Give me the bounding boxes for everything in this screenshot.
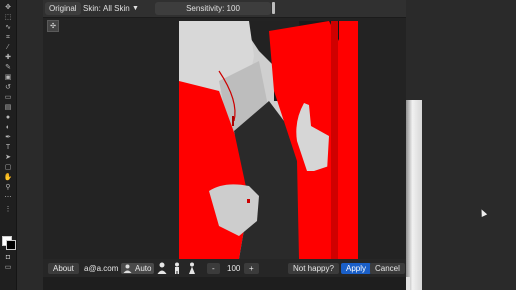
person-dress-icon[interactable]	[187, 262, 197, 274]
background-color-swatch[interactable]	[6, 240, 16, 250]
original-toggle-button[interactable]: Original	[45, 2, 81, 15]
type-tool-icon[interactable]: T	[3, 144, 13, 151]
panel-footer: About a@a.com Auto - 100 + Not happy? Ap…	[43, 259, 406, 277]
brush-tool-icon[interactable]: ✎	[3, 64, 13, 71]
panel-toolbar: Original Skin: All Skin ▼ Sensitivity: 1…	[43, 0, 406, 18]
blur-tool-icon[interactable]: ●	[3, 114, 13, 121]
person-auto-icon	[123, 264, 132, 273]
marquee-tool-icon[interactable]: ⬚	[3, 14, 13, 21]
preview-image-graphic	[179, 21, 358, 259]
pen-tool-icon[interactable]: ✒	[3, 134, 13, 141]
person-full-icon[interactable]	[172, 262, 182, 274]
quick-mask-icon[interactable]: ◘	[3, 254, 13, 261]
triangle-down-icon[interactable]: ▼	[132, 2, 139, 15]
more-tools-icon[interactable]: ⋯	[3, 194, 13, 201]
tools-panel: ✥ ⬚ ∿ ⌗ ⁄ ✚ ✎ ▣ ↺ ▭ ▤ ● ◐ ✒ T ➤ ▢ ✋ ⚲ ⋯ …	[0, 0, 17, 290]
value-field[interactable]: 100	[227, 263, 240, 274]
hand-tool-icon[interactable]: ✋	[3, 174, 13, 181]
auto-label: Auto	[135, 264, 152, 273]
dodge-tool-icon[interactable]: ◐	[3, 124, 13, 131]
shape-tool-icon[interactable]: ▢	[3, 164, 13, 171]
increase-button[interactable]: +	[244, 263, 259, 274]
healing-tool-icon[interactable]: ✚	[3, 54, 13, 61]
skin-selection-panel: Original Skin: All Skin ▼ Sensitivity: 1…	[43, 0, 406, 290]
eyedropper-tool-icon[interactable]: ⁄	[3, 44, 13, 51]
auto-button[interactable]: Auto	[121, 263, 155, 274]
preview-image[interactable]	[179, 21, 358, 259]
cancel-button[interactable]: Cancel	[370, 263, 405, 274]
path-select-icon[interactable]: ➤	[3, 154, 13, 161]
person-icon[interactable]	[157, 262, 167, 274]
history-brush-icon[interactable]: ↺	[3, 84, 13, 91]
panel-bottom-edge	[43, 277, 406, 290]
not-happy-button[interactable]: Not happy?	[288, 263, 339, 274]
sensitivity-slider-handle[interactable]	[272, 2, 275, 14]
account-email: a@a.com	[84, 264, 119, 273]
lasso-tool-icon[interactable]: ∿	[3, 24, 13, 31]
zoom-tool-icon[interactable]: ⚲	[3, 184, 13, 191]
edit-toolbar-icon[interactable]: ⋮	[3, 206, 13, 213]
skin-label: Skin:	[83, 4, 101, 13]
move-tool-icon[interactable]: ✥	[3, 4, 13, 11]
about-button[interactable]: About	[48, 263, 79, 274]
stamp-tool-icon[interactable]: ▣	[3, 74, 13, 81]
eraser-tool-icon[interactable]: ▭	[3, 94, 13, 101]
mouse-cursor-icon	[478, 208, 488, 217]
fit-view-icon[interactable]: ✣	[47, 20, 59, 32]
crop-tool-icon[interactable]: ⌗	[3, 34, 13, 41]
decrease-button[interactable]: -	[207, 263, 220, 274]
gradient-tool-icon[interactable]: ▤	[3, 104, 13, 111]
screen-mode-icon[interactable]: ▭	[3, 264, 13, 271]
background-photo	[406, 100, 422, 290]
apply-button[interactable]: Apply	[341, 263, 372, 274]
sensitivity-slider[interactable]: Sensitivity: 100	[155, 2, 271, 15]
skin-select[interactable]: All Skin	[103, 2, 130, 15]
